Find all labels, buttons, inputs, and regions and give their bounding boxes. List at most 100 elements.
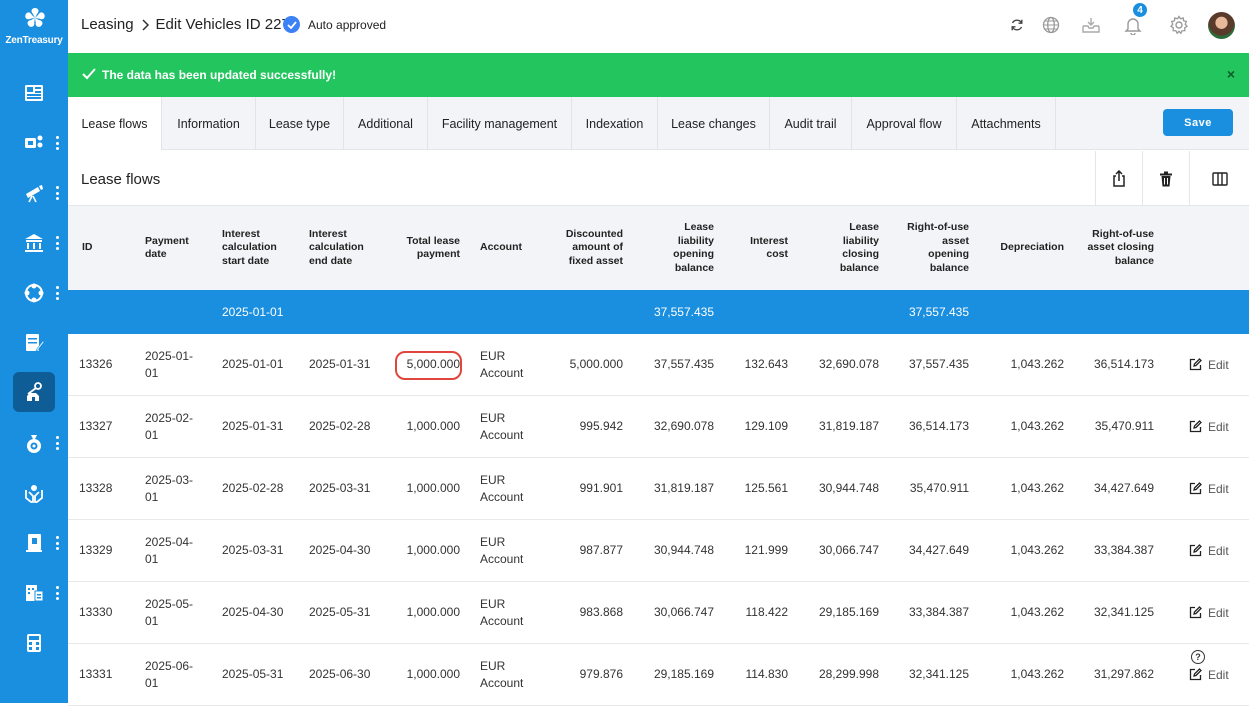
sidebar-cash-menu[interactable] [54,136,60,150]
tab-facility-management[interactable]: Facility management [428,97,572,150]
success-message: The data has been updated successfully! [102,68,337,82]
column-header-account[interactable]: Account [480,206,550,290]
column-header-interest-start[interactable]: Interest calculation start date [222,206,302,290]
edit-label: Edit [1208,419,1229,434]
edit-label: Edit [1208,357,1229,372]
cell-interest-end: 2025-05-31 [309,605,371,619]
sidebar-item-cash[interactable] [13,123,55,163]
tab-attachments[interactable]: Attachments [957,97,1056,150]
cell-depreciation: 1,043.262 [1010,667,1064,681]
breadcrumb-leasing[interactable]: Leasing [81,16,134,33]
tab-lease-changes[interactable]: Lease changes [658,97,770,150]
cell-rou-opening: 37,557.435 [908,357,969,371]
sidebar-item-network[interactable] [13,273,55,313]
sidebar-reports-menu[interactable] [54,586,60,600]
cell-total-lease-payment: 1,000.000 [406,419,460,433]
columns-button[interactable] [1189,151,1249,206]
sidebar-item-funding[interactable] [13,423,55,463]
document-edit-icon [26,334,45,352]
column-header-id[interactable]: ID [82,206,132,290]
building-report-icon [26,585,44,602]
tab-information[interactable]: Information [162,97,256,150]
sidebar-item-calculator[interactable] [13,623,55,663]
tab-lease-type[interactable]: Lease type [256,97,344,150]
column-header-discounted-amount[interactable]: Discounted amount of fixed asset [543,206,623,290]
column-header-liability-closing[interactable]: Lease liability closing balance [799,206,879,290]
export-button[interactable] [1095,151,1142,206]
cell-total-lease-payment: 1,000.000 [406,605,460,619]
table-row: 13327 2025-02- 01 2025-01-31 2025-02-28 1,00… [68,396,1249,458]
approval-status: Auto approved [283,16,386,33]
column-header-interest-end[interactable]: Interest calculation end date [309,206,389,290]
column-header-liability-opening[interactable]: Lease liability opening balance [634,206,714,290]
cell-liability-closing: 30,944.748 [818,481,879,495]
sidebar-item-banking[interactable] [13,223,55,263]
trash-icon [1160,171,1172,186]
tab-audit-trail[interactable]: Audit trail [770,97,852,150]
tab-approval-flow[interactable]: Approval flow [852,97,957,150]
tab-additional[interactable]: Additional [344,97,428,150]
network-icon [24,283,44,303]
sidebar-item-forecast[interactable] [13,173,55,213]
sidebar-item-accounting[interactable] [13,523,55,563]
cell-rou-closing: 36,514.173 [1093,357,1154,371]
cell-account: EUR Account [480,596,524,628]
column-header-total-lease-payment[interactable]: Total lease payment [383,206,461,290]
cell-discounted-amount: 5,000.000 [569,357,623,371]
refresh-button[interactable] [1006,14,1028,36]
cell-rou-opening: 36,514.173 [908,419,969,433]
download-button[interactable] [1080,14,1102,36]
breadcrumb: Leasing Edit Vehicles ID 227 [81,16,290,33]
tab-indexation[interactable]: Indexation [572,97,658,150]
cell-total-lease-payment: 1,000.000 [406,543,460,557]
tab-lease-flows[interactable]: Lease flows [68,97,162,150]
table-row: 13330 2025-05- 01 2025-04-30 2025-05-31 1,00… [68,582,1249,644]
sidebar-item-hedging[interactable] [13,473,55,513]
cell-liability-opening: 30,944.748 [653,543,714,557]
delete-button[interactable] [1142,151,1189,206]
sidebar-funding-menu[interactable] [54,436,60,450]
logo[interactable]: ZenTreasury [0,4,68,48]
edit-row-button[interactable]: Edit [1189,396,1229,457]
user-avatar[interactable] [1208,12,1235,39]
cell-id: 13331 [79,667,113,681]
column-header-payment-date[interactable]: Payment date [145,206,215,290]
column-header-interest-cost[interactable]: Interest cost [728,206,788,290]
sidebar: ZenTreasury [0,0,68,703]
cell-discounted-amount: 987.877 [579,543,623,557]
sidebar-accounting-menu[interactable] [54,536,60,550]
sidebar-banking-menu[interactable] [54,236,60,250]
close-banner-button[interactable]: × [1227,66,1235,82]
sidebar-forecast-menu[interactable] [54,186,60,200]
cell-depreciation: 1,043.262 [1010,543,1064,557]
cell-liability-closing: 32,690.078 [818,357,879,371]
sidebar-item-dashboard[interactable] [13,73,55,113]
column-header-rou-opening[interactable]: Right-of-use asset opening balance [879,206,969,290]
money-bag-icon [27,435,41,453]
cell-rou-closing: 35,470.911 [1094,419,1154,433]
cell-interest-end: 2025-03-31 [309,481,371,495]
cell-interest-end: 2025-04-30 [309,543,371,557]
edit-pencil-icon [1189,544,1202,557]
save-button[interactable]: Save [1163,109,1233,136]
cell-liability-closing: 31,819.187 [818,419,879,433]
column-header-rou-closing[interactable]: Right-of-use asset closing balance [1064,206,1154,290]
help-button[interactable]: ? [1191,650,1205,664]
edit-row-button[interactable]: Edit [1189,520,1229,581]
column-header-depreciation[interactable]: Depreciation [974,206,1064,290]
top-bar: Leasing Edit Vehicles ID 227 Auto approv… [68,0,1249,52]
edit-row-button[interactable]: Edit [1189,458,1229,519]
sidebar-item-leasing[interactable] [13,372,55,412]
settings-button[interactable] [1168,14,1190,36]
highlight-outline [395,351,462,380]
cell-total-lease-payment: 1,000.000 [406,481,460,495]
sidebar-network-menu[interactable] [54,286,60,300]
notification-count-badge: 4 [1131,1,1149,19]
sidebar-item-documents[interactable] [13,323,55,363]
cell-account: EUR Account [480,472,524,504]
language-button[interactable] [1040,14,1062,36]
edit-row-button[interactable]: Edit [1189,582,1229,643]
edit-row-button[interactable]: Edit [1189,334,1229,395]
cell-discounted-amount: 979.876 [579,667,623,681]
sidebar-item-reports[interactable] [13,573,55,613]
